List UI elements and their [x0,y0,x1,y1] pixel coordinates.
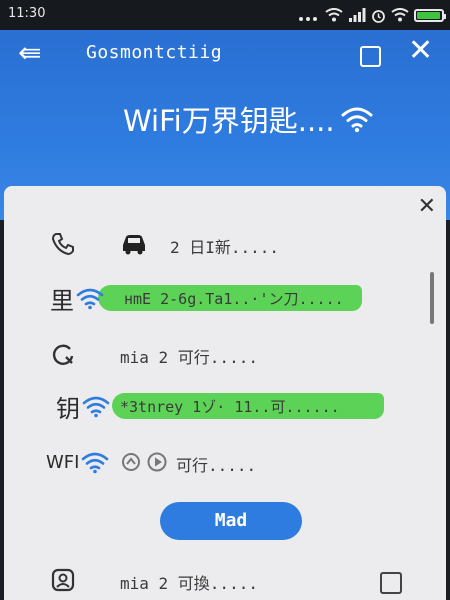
wifi-status-icon-2 [391,8,409,22]
row-lead [50,338,76,370]
wifi-icon [82,452,109,474]
refresh-icon [52,344,74,365]
battery-level [417,11,441,19]
app-title: Gosmontctiig [86,42,223,63]
row-text: нmE 2-6g.Ta1..·'ン刀..... [124,290,344,308]
row-lead-text: 钥 [56,394,80,423]
row-lead [50,564,76,596]
close-icon[interactable]: ✕ [408,36,433,66]
play-icon [147,452,167,472]
car-icon [123,235,145,255]
wifi-icon [341,107,373,133]
card-close-icon[interactable]: ✕ [418,196,436,218]
status-bar: 11:30 [0,0,450,30]
wifi-list-card: ✕ 2 日I新..... 里 нmE 2-6g.Ta1..·'ン刀..... m… [4,186,446,600]
back-arrow-icon[interactable]: ⇚ [18,38,41,68]
wifi-icon [82,396,110,418]
row-lead-text: 里 [50,286,74,315]
row-lead [50,228,76,260]
list-item[interactable]: mia 2 可行..... [4,334,444,374]
window-square-icon[interactable] [360,46,381,67]
wifi-status-icon [325,8,343,22]
list-item[interactable]: WFI 可行..... [4,442,444,482]
headline-text: WiFi万界钥匙.... [123,104,335,138]
list-item[interactable]: mia 2 可換..... [4,560,444,600]
row-text: mia 2 可行..... [120,348,258,367]
row-text: 2 日I新..... [170,238,280,257]
link-icon [122,453,140,471]
list-item[interactable]: 2 日I新..... [4,224,444,264]
row-text: 可行..... [176,456,257,475]
mad-button[interactable]: Mad [160,502,302,540]
alarm-icon [372,9,385,23]
list-item[interactable]: 里 нmE 2-6g.Ta1..·'ン刀..... [4,278,444,318]
wifi-icon [76,288,104,310]
status-icons [298,5,446,25]
dots-icon [299,17,317,21]
phone-icon [51,233,74,256]
row-lead-text: WFI [46,451,80,473]
contact-icon [51,568,75,592]
row-lead: 里 [50,282,104,315]
screen: 11:30 ⇚ Gosmontctiig ✕ WiFi万界钥匙.... ✕ 2 … [0,0,450,600]
row-text: mia 2 可換..... [120,574,258,593]
square-icon[interactable] [380,572,402,594]
headline: WiFi万界钥匙.... [123,98,373,140]
battery-icon [414,8,446,22]
status-time: 11:30 [8,6,46,21]
row-lead: WFI [46,446,109,478]
row-text: *3tnrey 1ゾ· 11..可...... [120,398,340,416]
row-lead: 钥 [56,390,110,423]
list-item[interactable]: 钥 *3tnrey 1ゾ· 11..可...... [4,386,444,426]
signal-icon [349,8,366,22]
